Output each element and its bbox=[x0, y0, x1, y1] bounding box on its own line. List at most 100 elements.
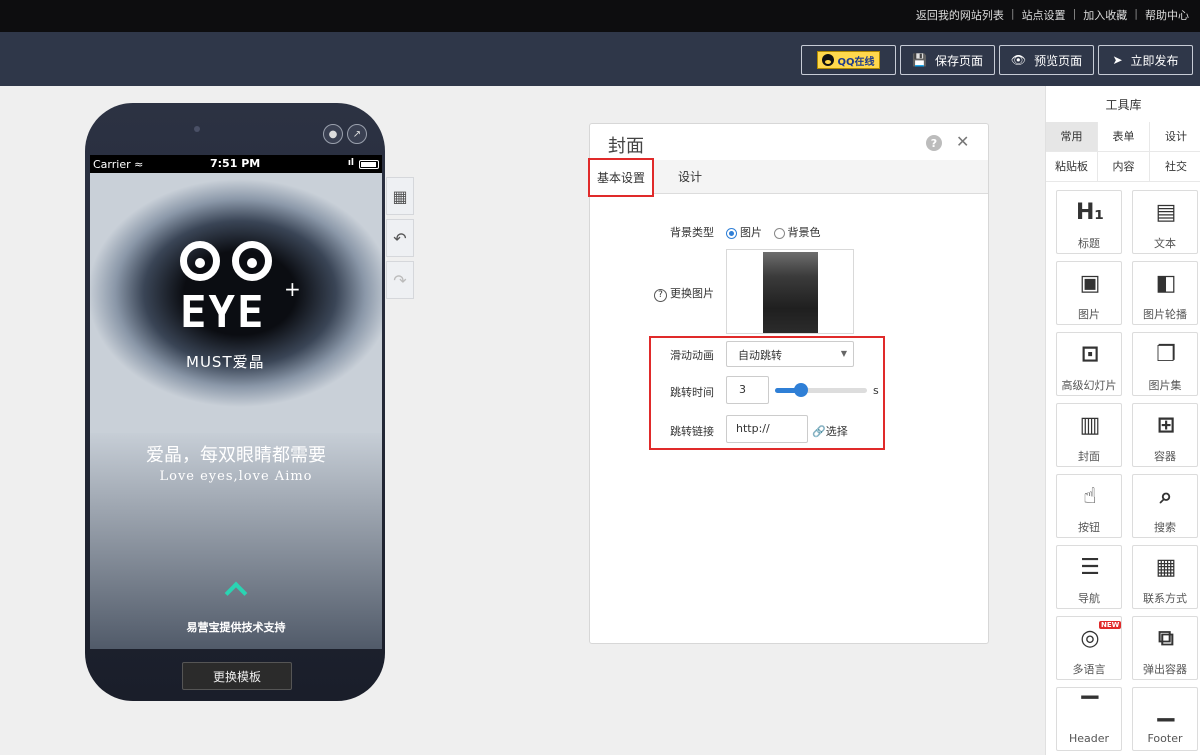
publish-button[interactable]: ➤ 立即发布 bbox=[1098, 45, 1193, 75]
jump-time-label: 跳转时间 bbox=[670, 386, 714, 399]
brand-subtitle: MUST爱晶 bbox=[186, 353, 265, 371]
tool-label: 图片集 bbox=[1148, 379, 1182, 392]
owl-eyes-icon bbox=[180, 229, 280, 285]
tool-gallery[interactable]: ❐ 图片集 bbox=[1132, 332, 1198, 396]
tab-design[interactable]: 设计 bbox=[678, 160, 702, 194]
tab-clipboard[interactable]: 粘贴板 bbox=[1046, 152, 1098, 182]
save-page-button[interactable]: 💾 保存页面 bbox=[900, 45, 995, 75]
jump-time-input[interactable]: 3 bbox=[726, 376, 769, 404]
tool-popup[interactable]: ⧉ 弹出容器 bbox=[1132, 616, 1198, 680]
jump-time-unit: s bbox=[873, 384, 879, 397]
slide-animation-select[interactable]: 自动跳转 ▼ bbox=[726, 341, 854, 367]
tab-common[interactable]: 常用 bbox=[1046, 122, 1098, 152]
footer-icon: ▁ bbox=[1157, 697, 1175, 722]
phone-status-bar: Carrier ≈ 7:51 PM ıl bbox=[90, 155, 382, 173]
tool-label: Footer bbox=[1147, 732, 1183, 745]
help-center-link[interactable]: 帮助中心 bbox=[1140, 7, 1194, 23]
add-favorite-link[interactable]: 加入收藏 bbox=[1078, 7, 1132, 23]
top-bar: 返回我的网站列表 | 站点设置 | 加入收藏 | 帮助中心 bbox=[0, 0, 1200, 32]
plus-mark: + bbox=[284, 277, 301, 301]
eye-icon: 👁 bbox=[1010, 53, 1027, 67]
bg-type-radio-group: 图片 背景色 bbox=[726, 224, 821, 240]
search-icon: ⌕ bbox=[1159, 484, 1173, 509]
contact-card-icon: ▦ bbox=[1155, 555, 1177, 580]
undo-icon[interactable]: ↶ bbox=[386, 219, 414, 257]
slider-handle[interactable] bbox=[793, 383, 808, 397]
slogan-english: Love eyes,love Aimo bbox=[159, 469, 313, 484]
tool-label: 多语言 bbox=[1072, 663, 1106, 676]
tool-carousel[interactable]: ◧ 图片轮播 bbox=[1132, 261, 1198, 325]
tool-image[interactable]: ▣ 图片 bbox=[1056, 261, 1122, 325]
tool-heading[interactable]: H₁ 标题 bbox=[1056, 190, 1122, 254]
tool-label: 按钮 bbox=[1078, 521, 1100, 534]
bg-type-label: 背景类型 bbox=[670, 226, 714, 239]
change-template-button[interactable]: 更换模板 bbox=[182, 662, 292, 690]
change-image-label: ? 更换图片 bbox=[634, 285, 714, 302]
tool-slideshow[interactable]: ⊡ 高级幻灯片 bbox=[1056, 332, 1122, 396]
select-value: 自动跳转 bbox=[738, 349, 782, 362]
preview-page-button[interactable]: 👁 预览页面 bbox=[999, 45, 1094, 75]
qq-online-button[interactable]: QQ在线 bbox=[801, 45, 896, 75]
question-icon: ? bbox=[654, 289, 667, 302]
wechat-icon[interactable]: ● bbox=[323, 124, 343, 144]
gallery-icon: ❐ bbox=[1156, 342, 1176, 367]
tool-label: 高级幻灯片 bbox=[1061, 379, 1117, 392]
tab-basic-settings[interactable]: 基本设置 bbox=[588, 158, 654, 197]
redo-icon[interactable]: ↷ bbox=[386, 261, 414, 299]
wifi-icon: ≈ bbox=[134, 158, 144, 171]
qq-badge: QQ在线 bbox=[817, 51, 880, 69]
brand-logo: EYE + MUST爱晶 bbox=[180, 229, 301, 379]
stats-icon[interactable]: ↗ bbox=[347, 124, 367, 144]
back-to-sites-link[interactable]: 返回我的网站列表 bbox=[911, 7, 1009, 23]
tab-content[interactable]: 内容 bbox=[1098, 152, 1150, 182]
tab-design[interactable]: 设计 bbox=[1150, 122, 1200, 152]
pointer-icon: ☝ bbox=[1083, 484, 1097, 509]
tool-cover[interactable]: ▥ 封面 bbox=[1056, 403, 1122, 467]
tool-search[interactable]: ⌕ 搜索 bbox=[1132, 474, 1198, 538]
brand-name: EYE bbox=[180, 287, 266, 338]
tool-label: 封面 bbox=[1078, 450, 1100, 463]
phone-screen: Carrier ≈ 7:51 PM ıl EYE + MUST爱晶 爱晶，每双眼… bbox=[90, 155, 382, 649]
tool-container[interactable]: ⊞ 容器 bbox=[1132, 403, 1198, 467]
chevron-down-icon: ▼ bbox=[840, 349, 847, 358]
publish-label: 立即发布 bbox=[1130, 53, 1179, 68]
tool-contact-card[interactable]: ▦ 联系方式 bbox=[1132, 545, 1198, 609]
phone-camera bbox=[194, 126, 200, 132]
help-icon[interactable]: ? bbox=[926, 135, 942, 151]
tool-label: 图片 bbox=[1078, 308, 1100, 321]
panel-title: 封面 bbox=[608, 136, 644, 157]
site-settings-link[interactable]: 站点设置 bbox=[1017, 7, 1071, 23]
tool-list[interactable]: ☰ 导航 bbox=[1056, 545, 1122, 609]
separator: | bbox=[1072, 7, 1077, 20]
jump-link-input[interactable]: http:// bbox=[726, 415, 808, 443]
bg-color-radio[interactable]: 背景色 bbox=[773, 226, 821, 239]
bg-image-radio[interactable]: 图片 bbox=[726, 226, 762, 239]
new-badge: NEW bbox=[1099, 621, 1122, 629]
popup-icon: ⧉ bbox=[1158, 626, 1174, 651]
save-label: 保存页面 bbox=[934, 53, 983, 68]
close-icon[interactable]: ✕ bbox=[956, 132, 969, 151]
toolbox-panel: 工具库 常用 表单 设计 粘贴板 内容 社交 H₁ 标题 ▤ 文本 ▣ 图片 ◧ 图片轮播 ⊡ 高… bbox=[1045, 86, 1200, 755]
tab-form[interactable]: 表单 bbox=[1098, 122, 1150, 152]
container-icon: ⊞ bbox=[1156, 413, 1176, 438]
separator: | bbox=[1010, 7, 1015, 20]
cover-icon: ▥ bbox=[1079, 413, 1101, 438]
tool-globe[interactable]: ◎ NEW 多语言 bbox=[1056, 616, 1122, 680]
tool-label: 导航 bbox=[1078, 592, 1100, 605]
tool-label: 标题 bbox=[1078, 237, 1100, 250]
tool-pointer[interactable]: ☝ 按钮 bbox=[1056, 474, 1122, 538]
qrcode-icon[interactable]: ▦ bbox=[386, 177, 414, 215]
qq-penguin-icon bbox=[822, 54, 835, 66]
tool-text-file[interactable]: ▤ 文本 bbox=[1132, 190, 1198, 254]
background-image-picker[interactable] bbox=[726, 249, 854, 334]
radio-icon bbox=[726, 227, 737, 239]
jump-time-slider[interactable] bbox=[775, 383, 867, 397]
toolbox-title: 工具库 bbox=[1105, 98, 1142, 112]
tool-footer[interactable]: ▁ Footer bbox=[1132, 687, 1198, 751]
select-link-button[interactable]: 🔗选择 bbox=[812, 423, 848, 439]
tool-label: 文本 bbox=[1154, 237, 1176, 250]
save-icon: 💾 bbox=[912, 53, 927, 67]
tool-header[interactable]: ▔ Header bbox=[1056, 687, 1122, 751]
send-icon: ➤ bbox=[1112, 53, 1123, 67]
tab-social[interactable]: 社交 bbox=[1150, 152, 1200, 182]
